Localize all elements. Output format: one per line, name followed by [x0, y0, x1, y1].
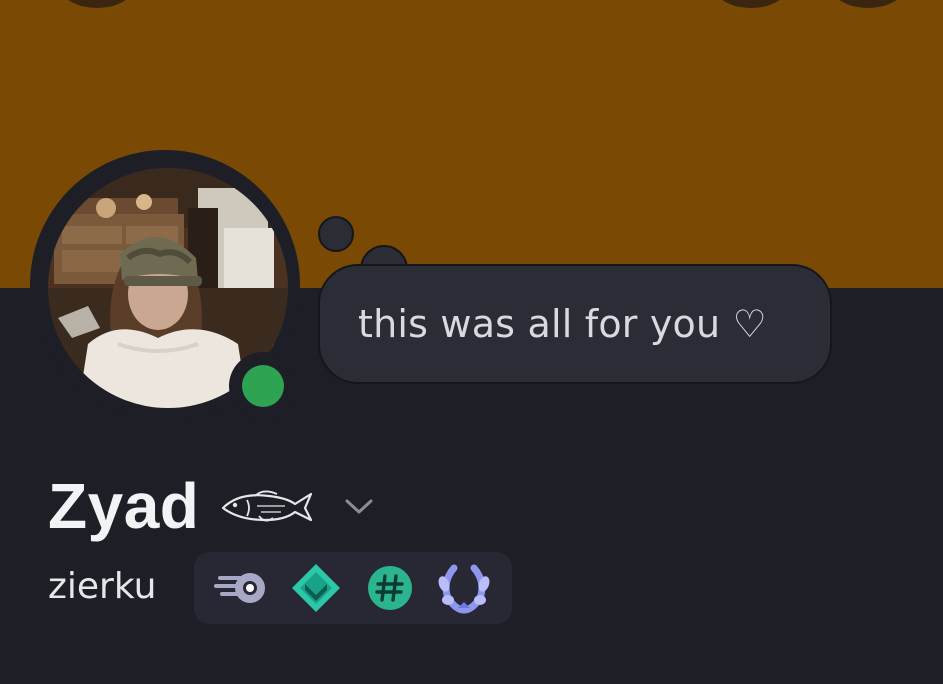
name-row: Zyad [48, 470, 377, 542]
laurel-badge[interactable] [436, 560, 492, 616]
banner-action-button[interactable] [716, 0, 786, 8]
more-options-button[interactable] [833, 0, 903, 8]
boost-gem-badge-icon [292, 564, 340, 612]
profile-expand-button[interactable] [341, 488, 377, 524]
boost-badge[interactable] [288, 560, 344, 616]
laurel-badge-icon [438, 564, 490, 614]
chevron-down-icon [345, 499, 373, 514]
nitro-badge[interactable] [214, 560, 270, 616]
badge-list [194, 552, 512, 624]
hashtag-badge-icon [368, 566, 412, 610]
custom-status-text: this was all for you ♡ [358, 302, 767, 346]
bubble-joint [362, 266, 406, 292]
username: zierku [48, 566, 157, 607]
nitro-badge-icon [214, 573, 265, 603]
display-name: Zyad [48, 470, 200, 542]
profile-screen: this was all for you ♡ Zyad zierku [0, 0, 943, 684]
thought-bubble-dot-small [318, 216, 354, 252]
fish-icon [222, 490, 313, 522]
hashtag-badge[interactable] [362, 560, 418, 616]
online-status-indicator [242, 365, 284, 407]
back-button[interactable] [62, 0, 132, 8]
